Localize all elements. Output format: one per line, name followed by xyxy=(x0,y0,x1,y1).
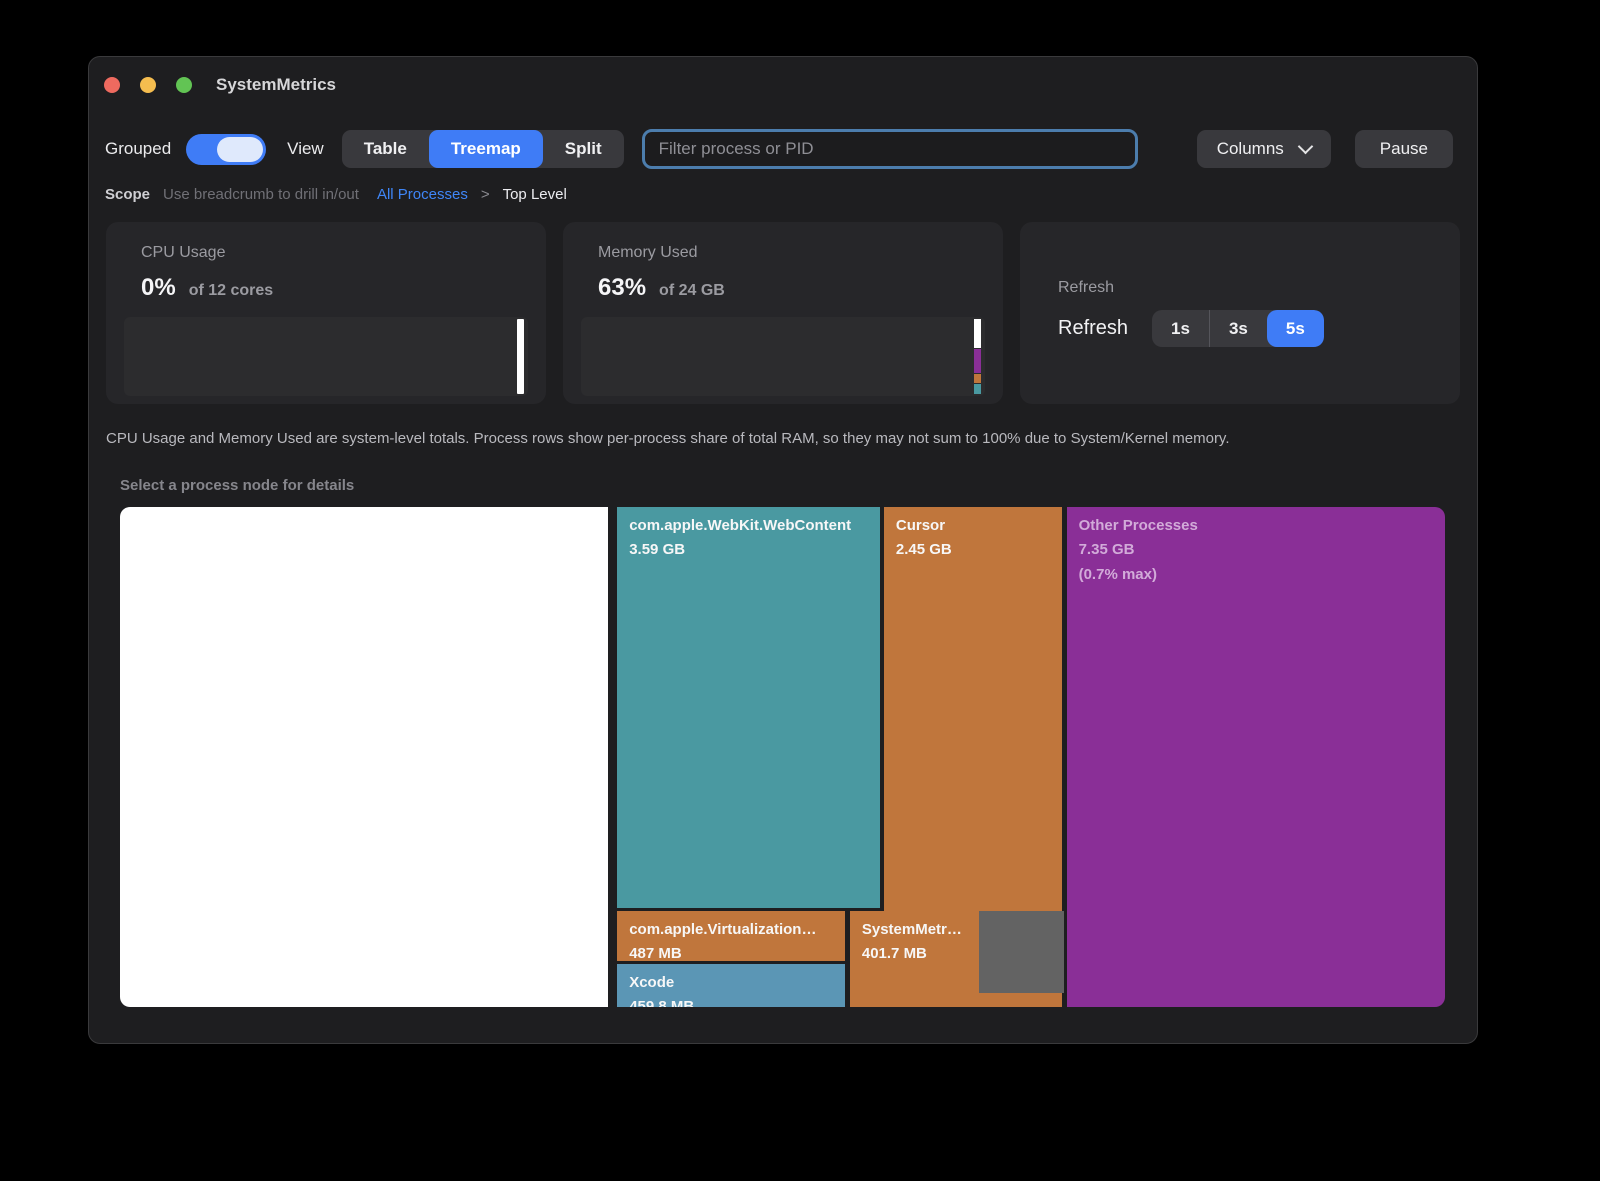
memory-value: 63% xyxy=(598,274,647,301)
tile-memory-value: 7.35 GB xyxy=(1078,541,1135,558)
memory-used-card: Memory Used 63% of 24 GB xyxy=(563,222,1003,404)
zoom-button[interactable] xyxy=(176,77,192,93)
memory-history-chart xyxy=(581,317,985,396)
pause-label: Pause xyxy=(1379,139,1428,158)
refresh-card-title: Refresh xyxy=(1058,279,1115,296)
memory-bar-segment xyxy=(974,384,981,394)
chevron-down-icon xyxy=(1297,138,1314,155)
close-button[interactable] xyxy=(104,77,120,93)
app-window: SystemMetrics Grouped View Table Treemap S… xyxy=(88,56,1478,1044)
scope-row: Scope Use breadcrumb to drill in/out All… xyxy=(105,186,1461,203)
treemap-tile-unlabeled[interactable] xyxy=(120,507,609,1007)
columns-button[interactable]: Columns xyxy=(1196,130,1331,168)
tile-memory-value: 3.59 GB xyxy=(629,541,686,558)
treemap: com.apple.WebKit.WebContent 3.59 GB Cursor… xyxy=(120,507,1448,1010)
treemap-tile-systemmetr[interactable]: SystemMetr… 401.7 MB xyxy=(849,910,974,1007)
scope-label: Scope xyxy=(105,186,151,203)
memory-suffix: of 24 GB xyxy=(659,282,725,299)
memory-card-title: Memory Used xyxy=(598,244,698,261)
grouped-label: Grouped xyxy=(105,139,172,158)
tile-process-name: SystemMetr… xyxy=(861,920,962,938)
refresh-option-1s[interactable]: 1s xyxy=(1152,310,1209,347)
view-tab-split[interactable]: Split xyxy=(543,130,624,168)
cpu-history-chart xyxy=(124,317,528,396)
tile-memory-value: 487 MB xyxy=(629,944,682,962)
refresh-label: Refresh xyxy=(1058,317,1129,339)
toggle-knob xyxy=(217,136,264,162)
tile-process-name: Cursor xyxy=(895,517,946,534)
scope-hint: Use breadcrumb to drill in/out xyxy=(163,186,359,203)
toolbar: Grouped View TableTreemapSplit Columns P… xyxy=(105,128,1453,170)
treemap-tile-com-apple-webkit-webcontent[interactable]: com.apple.WebKit.WebContent 3.59 GB xyxy=(617,507,880,908)
treemap-tile-com-apple-virtualization[interactable]: com.apple.Virtualization… 487 MB xyxy=(617,910,845,962)
memory-bar-segment xyxy=(974,319,981,348)
totals-footnote: CPU Usage and Memory Used are system-lev… xyxy=(106,430,1230,447)
columns-label: Columns xyxy=(1216,139,1284,158)
traffic-lights xyxy=(104,77,192,93)
treemap-tile-xcode[interactable]: Xcode 459.8 MB xyxy=(617,964,845,1007)
memory-bar-segment xyxy=(974,373,981,384)
view-label: View xyxy=(287,139,324,158)
memory-usage-bar xyxy=(974,319,981,394)
treemap-tile-other-processes[interactable]: Other Processes 7.35 GB (0.7% max) xyxy=(1066,507,1445,1007)
breadcrumb-top-level: Top Level xyxy=(502,186,567,203)
tile-process-name: com.apple.WebKit.WebContent xyxy=(629,517,852,534)
cpu-card-title: CPU Usage xyxy=(141,244,226,261)
treemap-tile-unlabeled[interactable] xyxy=(978,910,1064,994)
tile-process-name: Xcode xyxy=(629,974,675,992)
view-tab-treemap[interactable]: Treemap xyxy=(428,130,543,168)
refresh-option-5s[interactable]: 5s xyxy=(1266,310,1324,347)
refresh-option-3s[interactable]: 3s xyxy=(1208,310,1267,347)
pause-button[interactable]: Pause xyxy=(1354,130,1453,168)
minimize-button[interactable] xyxy=(140,77,156,93)
memory-bar-segment xyxy=(974,348,981,373)
view-tab-table[interactable]: Table xyxy=(342,130,429,168)
tile-process-name: com.apple.Virtualization… xyxy=(629,920,817,938)
grouped-toggle[interactable] xyxy=(186,133,267,165)
stat-cards: CPU Usage 0% of 12 cores Memory Used 63%… xyxy=(106,222,1460,404)
filter-input[interactable] xyxy=(641,129,1138,169)
treemap-hint: Select a process node for details xyxy=(120,477,355,494)
window-title: SystemMetrics xyxy=(216,75,337,94)
refresh-segmented: 1s 3s 5s xyxy=(1152,310,1324,347)
tile-process-name: Other Processes xyxy=(1078,517,1198,534)
cpu-usage-card: CPU Usage 0% of 12 cores xyxy=(106,222,546,404)
tile-memory-value: 2.45 GB xyxy=(895,541,952,558)
titlebar: SystemMetrics xyxy=(89,57,1477,113)
cpu-suffix: of 12 cores xyxy=(188,282,274,299)
tile-memory-value: 459.8 MB xyxy=(629,998,695,1007)
tile-memory-value: 401.7 MB xyxy=(861,944,927,962)
breadcrumb-separator: > xyxy=(480,186,490,203)
view-segmented: Table Treemap Split xyxy=(341,130,624,168)
breadcrumb-all-processes[interactable]: All Processes xyxy=(377,186,468,203)
cpu-value: 0% xyxy=(141,274,176,301)
cpu-current-sample-bar xyxy=(517,319,524,394)
refresh-card: Refresh Refresh 1s 3s 5s xyxy=(1020,222,1460,404)
tile-extra-info: (0.7% max) xyxy=(1078,566,1157,583)
